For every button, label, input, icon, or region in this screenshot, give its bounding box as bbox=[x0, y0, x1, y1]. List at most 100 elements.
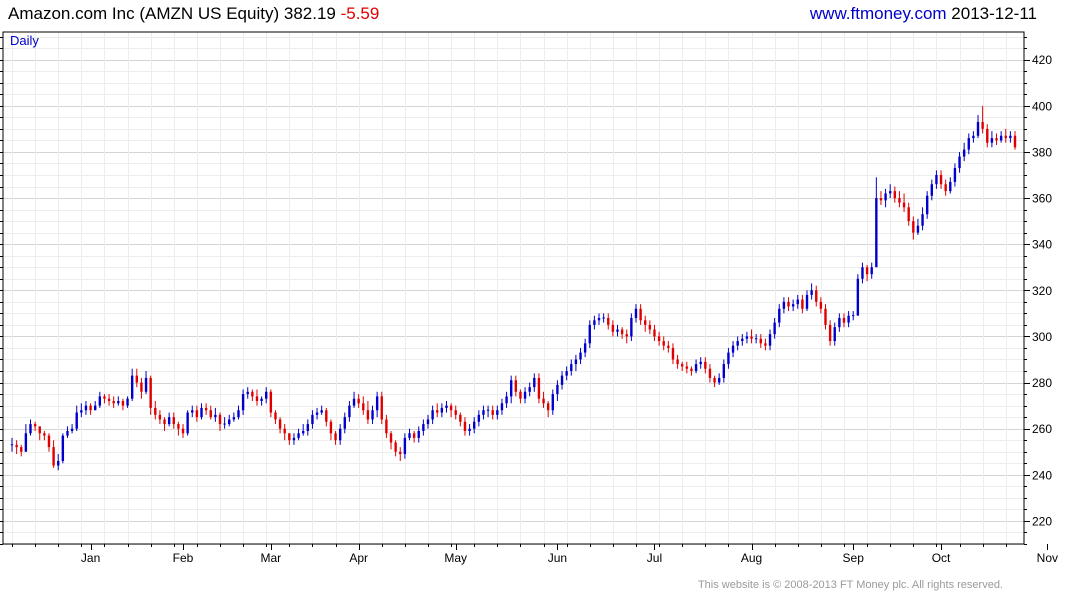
x-axis: JanFebMarAprMayJunJulAugSepOctNovDec bbox=[12, 544, 1058, 565]
x-tick-label: Mar bbox=[261, 551, 282, 565]
candle-body bbox=[935, 174, 938, 185]
candle-body bbox=[972, 135, 975, 139]
candle-up bbox=[967, 133, 970, 155]
candle-up bbox=[727, 347, 730, 369]
candle-body bbox=[274, 412, 277, 420]
candle-down bbox=[463, 417, 467, 436]
candle-body bbox=[29, 424, 32, 434]
candle-down bbox=[269, 389, 273, 418]
x-tick-label: Jan bbox=[81, 551, 100, 565]
candle-body bbox=[135, 375, 138, 383]
candle-body bbox=[348, 405, 351, 418]
candle-body bbox=[89, 405, 92, 411]
candle-body bbox=[140, 382, 143, 392]
candle-up bbox=[431, 405, 434, 425]
candle-down bbox=[902, 193, 906, 212]
candle-body bbox=[902, 202, 906, 208]
candle-up bbox=[509, 375, 513, 404]
candle-down bbox=[181, 424, 185, 438]
candle-body bbox=[773, 322, 776, 335]
candle-body bbox=[676, 359, 679, 365]
candle-down bbox=[939, 170, 943, 189]
candle-up bbox=[375, 391, 379, 418]
candle-up bbox=[731, 341, 735, 358]
candle-up bbox=[962, 142, 966, 162]
candle-down bbox=[177, 421, 180, 436]
candle-body bbox=[962, 149, 966, 157]
candle-down bbox=[163, 417, 166, 431]
candle-body bbox=[865, 267, 869, 275]
candle-down bbox=[681, 361, 684, 372]
candle-body bbox=[417, 430, 420, 438]
candle-up bbox=[884, 188, 887, 208]
candle-body bbox=[722, 364, 726, 378]
candle-up bbox=[61, 433, 65, 464]
candle-body bbox=[546, 403, 550, 411]
candle-body bbox=[852, 315, 855, 317]
candle-body bbox=[204, 407, 208, 411]
candle-up bbox=[870, 262, 873, 279]
candle-body bbox=[172, 417, 175, 425]
candle-body bbox=[496, 410, 499, 415]
candle-down bbox=[20, 444, 23, 457]
candle-body bbox=[491, 410, 494, 415]
candle-up bbox=[805, 290, 809, 312]
y-tick-label: 240 bbox=[1032, 468, 1052, 482]
candle-body bbox=[667, 345, 670, 348]
candle-up bbox=[699, 357, 702, 369]
candle-down bbox=[986, 124, 989, 148]
candle-body bbox=[399, 451, 402, 455]
candle-body bbox=[117, 401, 120, 404]
candle-body bbox=[583, 343, 587, 353]
candle-body bbox=[445, 405, 448, 408]
candle-body bbox=[301, 430, 305, 434]
candle-down bbox=[787, 297, 790, 312]
candle-up bbox=[468, 424, 471, 436]
candle-up bbox=[473, 417, 476, 434]
candle-body bbox=[343, 417, 346, 429]
candle-body bbox=[237, 410, 240, 418]
candle-body bbox=[103, 396, 106, 399]
candle-body bbox=[528, 387, 531, 392]
candle-body bbox=[394, 442, 397, 452]
candle-up bbox=[477, 410, 481, 427]
candle-body bbox=[556, 384, 559, 395]
y-tick-label: 380 bbox=[1032, 145, 1052, 159]
candle-body bbox=[653, 329, 656, 337]
candle-up bbox=[66, 426, 69, 438]
candle-body bbox=[1004, 135, 1007, 139]
candle-body bbox=[306, 424, 310, 431]
candle-up bbox=[144, 371, 148, 395]
candle-body bbox=[357, 398, 360, 404]
candle-body bbox=[805, 294, 809, 309]
candle-up bbox=[782, 297, 786, 314]
candle-body bbox=[810, 290, 813, 295]
x-tick-label: Aug bbox=[741, 551, 762, 565]
candle-down bbox=[708, 364, 712, 383]
candle-body bbox=[727, 352, 730, 365]
candle-up bbox=[875, 177, 878, 268]
candle-body bbox=[149, 377, 152, 408]
candle-body bbox=[380, 396, 383, 420]
candle-down bbox=[828, 320, 832, 346]
candle-up bbox=[320, 405, 323, 415]
candle-down bbox=[879, 191, 883, 205]
candle-body bbox=[218, 414, 222, 425]
candle-up bbox=[976, 115, 980, 139]
candle-body bbox=[130, 375, 134, 399]
candle-body bbox=[995, 138, 998, 141]
candle-down bbox=[385, 414, 388, 438]
candle-body bbox=[523, 391, 527, 399]
candle-body bbox=[505, 396, 508, 404]
plot-frame bbox=[2, 31, 1025, 545]
candle-body bbox=[283, 428, 286, 434]
candle-body bbox=[209, 410, 212, 418]
candle-body bbox=[856, 278, 860, 316]
candle-down bbox=[537, 373, 541, 404]
candle-up bbox=[597, 313, 601, 325]
x-tick-label: Jul bbox=[647, 551, 662, 565]
candle-body bbox=[565, 371, 568, 376]
candle-down bbox=[52, 440, 55, 468]
candle-body bbox=[574, 359, 578, 365]
candle-body bbox=[408, 433, 411, 438]
